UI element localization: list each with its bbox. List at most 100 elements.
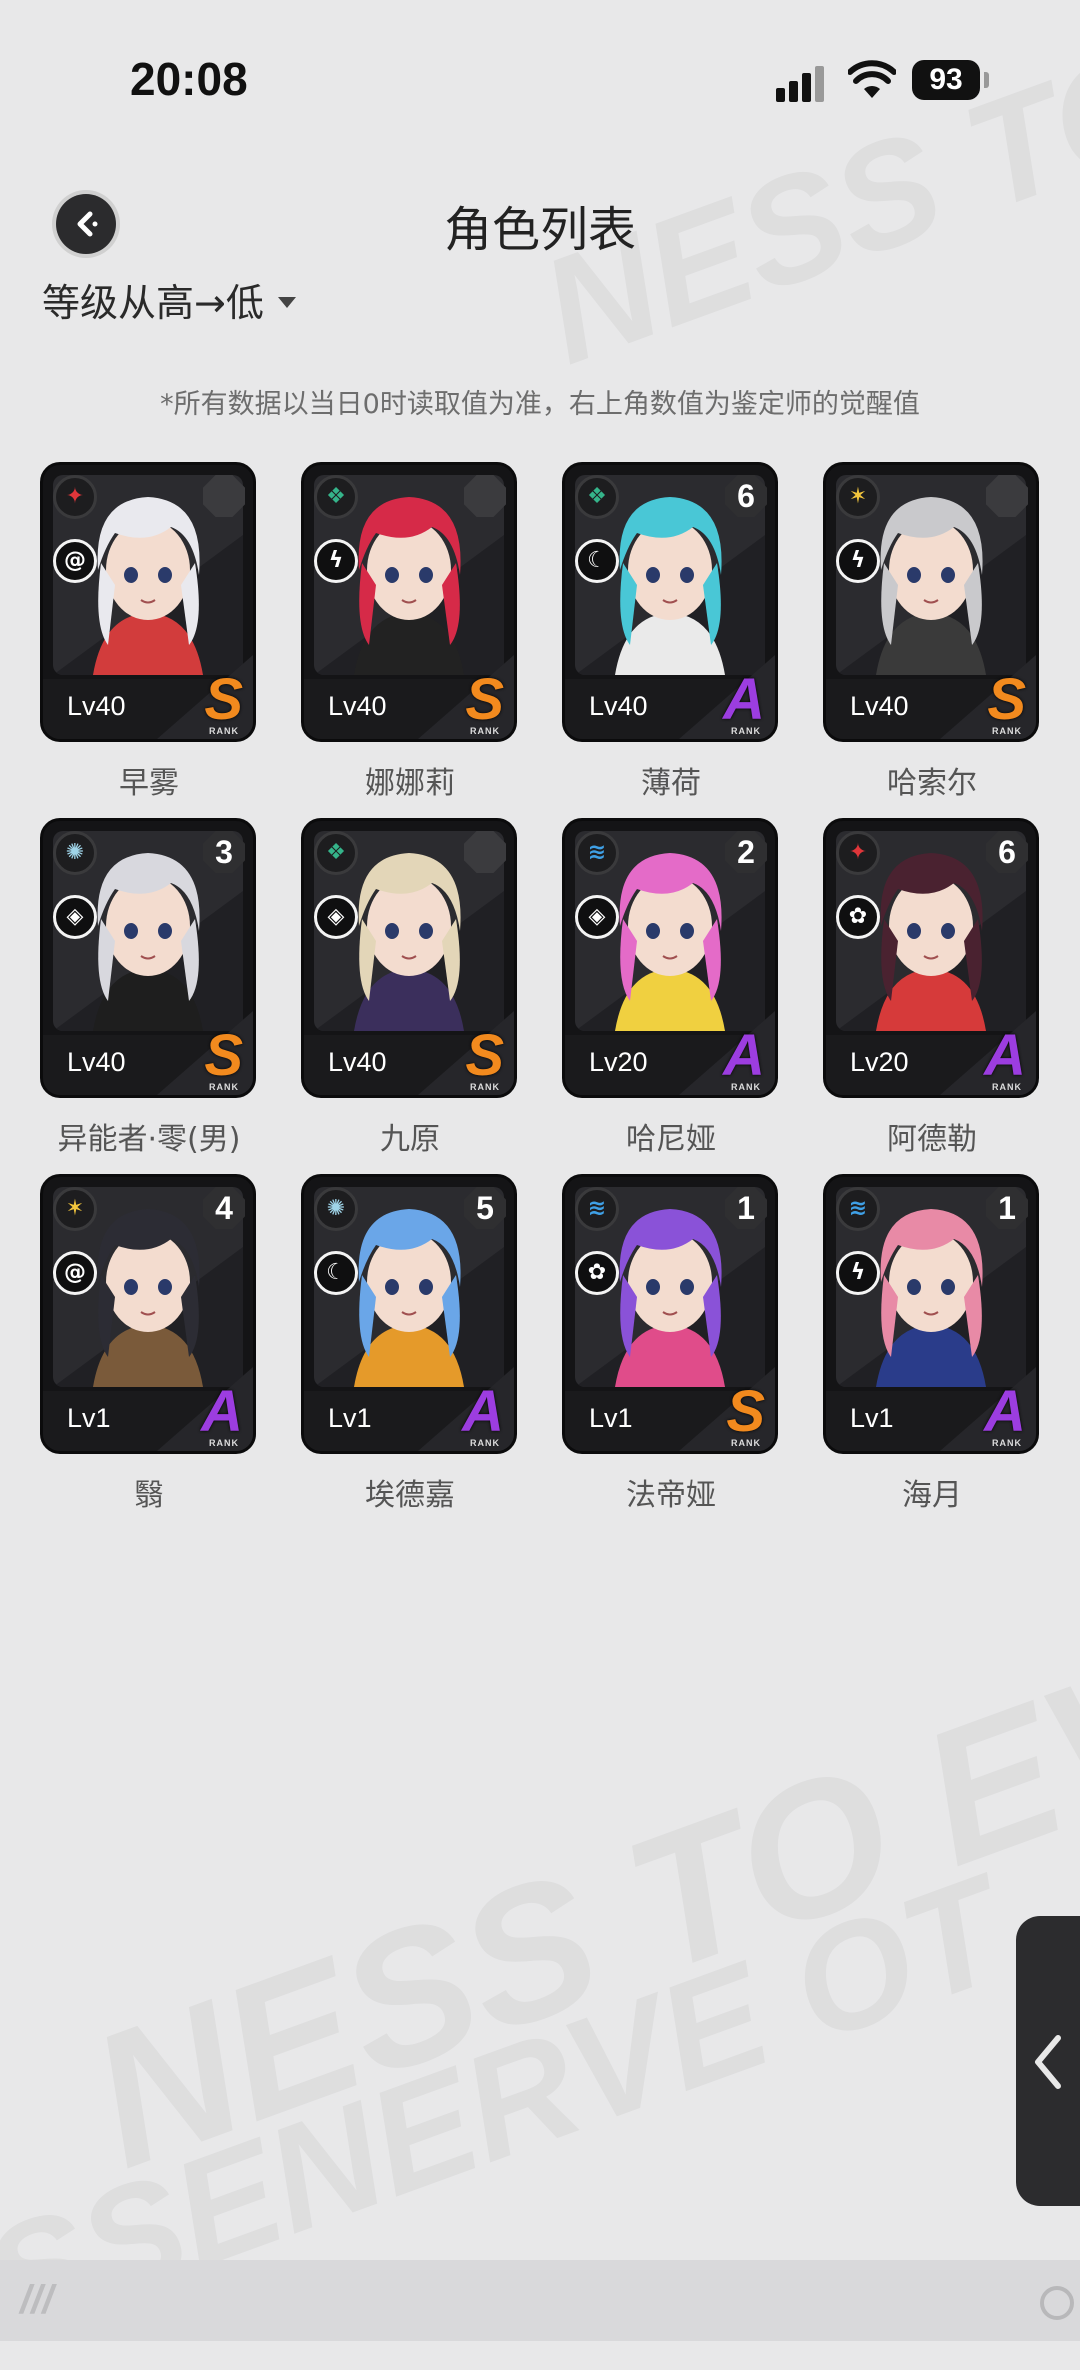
rank-letter: A [201,1379,243,1444]
atom-icon: ✿ [836,895,880,939]
chevron-left-icon [1035,2035,1061,2089]
cellular-signal-icon [776,62,830,102]
rank-sub-label: RANK [731,726,761,736]
character-card[interactable]: ✺ ☾ 5 Lv1 A RANK [301,1174,517,1454]
rank-sub-label: RANK [470,1438,500,1448]
character-level: Lv40 [328,1047,387,1077]
character-name: 海月 [902,1478,962,1513]
attribute-light-icon: ✶ [53,1187,97,1231]
bottom-logo: /// [20,2278,54,2322]
character-level: Lv20 [589,1047,648,1077]
character-name: 薄荷 [641,766,701,801]
character-card[interactable]: ≋ ◈ 2 Lv20 A RANK [562,818,778,1098]
cube-icon: ◈ [53,895,97,939]
character-level: Lv40 [328,691,387,721]
attribute-water-icon: ≋ [575,831,619,875]
character-level: Lv20 [850,1047,909,1077]
atom-icon: ✿ [575,1251,619,1295]
rank-letter: A [984,1023,1026,1088]
awakening-badge: 4 [203,1187,245,1229]
rank-sub-label: RANK [470,1082,500,1092]
caret-down-icon [277,297,296,308]
rank-sub-label: RANK [731,1082,761,1092]
rank-letter: S [987,667,1026,732]
character-card[interactable]: ❖ ☾ 6 Lv40 A RANK [562,462,778,742]
character-card[interactable]: ≋ ✿ 1 Lv1 S RANK [562,1174,778,1454]
awakening-badge: 1 [986,1187,1028,1229]
character-level: Lv40 [67,691,126,721]
character-name: 九原 [380,1122,440,1157]
awakening-badge: 1 [725,1187,767,1229]
rank-letter: A [462,1379,504,1444]
data-notice: *所有数据以当日0时读取值为准，右上角数值为鉴定师的觉醒值 [160,389,920,420]
battery-level: 93 [912,60,980,100]
rank-letter: A [984,1379,1026,1444]
character-level: Lv1 [328,1403,372,1433]
bottom-circle-icon [1040,2286,1074,2320]
character-card[interactable]: ✦ @ Lv40 S RANK [40,462,256,742]
character-name: 翳 [134,1478,164,1513]
character-card[interactable]: ≋ ϟ 1 Lv1 A RANK [823,1174,1039,1454]
rank-letter: S [465,1023,504,1088]
character-level: Lv40 [850,691,909,721]
rank-letter: A [723,667,765,732]
bolt-icon: ϟ [836,1251,880,1295]
awakening-badge: 5 [464,1187,506,1229]
character-name: 哈索尔 [887,766,977,801]
page-title: 角色列表 [443,202,636,258]
sort-dropdown[interactable]: 等级从高→低 [42,278,296,328]
wifi-icon [848,60,896,98]
attribute-fire-icon: ✦ [836,831,880,875]
cube-icon: ◈ [575,895,619,939]
background-watermark: NESS TO EVER [65,1527,1080,2211]
spiral-icon: @ [53,1251,97,1295]
character-card[interactable]: ✶ @ 4 Lv1 A RANK [40,1174,256,1454]
rank-sub-label: RANK [209,1082,239,1092]
attribute-wind-icon: ❖ [575,475,619,519]
status-time: 20:08 [130,53,248,105]
character-level: Lv1 [850,1403,894,1433]
battery-tip [984,72,989,88]
character-card[interactable]: ✶ ϟ Lv40 S RANK [823,462,1039,742]
rank-letter: S [204,667,243,732]
attribute-ice-icon: ✺ [314,1187,358,1231]
character-level: Lv1 [589,1403,633,1433]
character-card[interactable]: ✦ ✿ 6 Lv20 A RANK [823,818,1039,1098]
sort-dropdown-label: 等级从高→低 [42,281,264,325]
rank-letter: S [726,1379,765,1444]
character-card[interactable]: ✺ ◈ 3 Lv40 S RANK [40,818,256,1098]
rank-sub-label: RANK [992,1082,1022,1092]
attribute-wind-icon: ❖ [314,831,358,875]
moon-icon: ☾ [575,539,619,583]
character-card[interactable]: ❖ ϟ Lv40 S RANK [301,462,517,742]
attribute-wind-icon: ❖ [314,475,358,519]
character-name: 娜娜莉 [365,766,455,801]
character-level: Lv40 [67,1047,126,1077]
rank-sub-label: RANK [731,1438,761,1448]
character-name: 埃德嘉 [365,1478,455,1513]
attribute-ice-icon: ✺ [53,831,97,875]
side-drawer-handle[interactable] [1016,1916,1080,2206]
rank-letter: S [465,667,504,732]
character-level: Lv40 [589,691,648,721]
rank-sub-label: RANK [470,726,500,736]
character-name: 哈尼娅 [626,1122,716,1157]
character-name: 阿德勒 [887,1122,977,1157]
spiral-icon: @ [53,539,97,583]
cube-icon: ◈ [314,895,358,939]
rank-sub-label: RANK [209,1438,239,1448]
rank-letter: S [204,1023,243,1088]
bolt-icon: ϟ [314,539,358,583]
attribute-water-icon: ≋ [575,1187,619,1231]
attribute-light-icon: ✶ [836,475,880,519]
character-name: 法帝娅 [626,1478,716,1513]
rank-sub-label: RANK [992,726,1022,736]
rank-sub-label: RANK [209,726,239,736]
attribute-fire-icon: ✦ [53,475,97,519]
character-name: 早雾 [119,766,179,801]
rank-sub-label: RANK [992,1438,1022,1448]
rank-letter: A [723,1023,765,1088]
character-card[interactable]: ❖ ◈ Lv40 S RANK [301,818,517,1098]
moon-icon: ☾ [314,1251,358,1295]
character-level: Lv1 [67,1403,111,1433]
